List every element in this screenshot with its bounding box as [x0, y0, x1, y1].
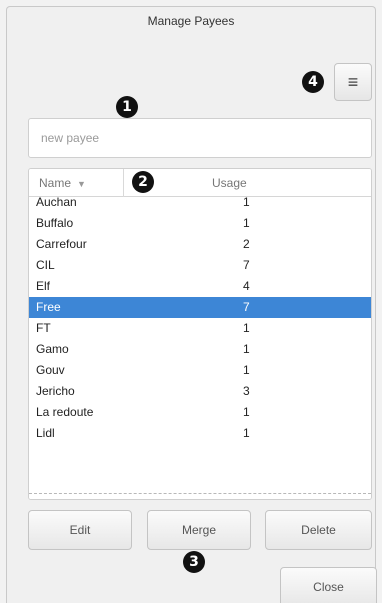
payee-name: La redoute: [36, 405, 94, 419]
callout-marker-3: 3: [183, 551, 205, 573]
payee-usage: 2: [243, 237, 250, 251]
payee-usage: 7: [243, 300, 250, 314]
close-button[interactable]: Close: [280, 567, 377, 603]
payee-row[interactable]: Free 7: [29, 297, 371, 318]
payee-name: CIL: [36, 258, 55, 272]
payee-row[interactable]: Gouv 1: [29, 360, 371, 381]
payee-usage: 3: [243, 384, 250, 398]
payee-usage: 1: [243, 405, 250, 419]
payee-row[interactable]: Gamo 1: [29, 339, 371, 360]
merge-button[interactable]: Merge: [147, 510, 251, 550]
column-name-label: Name: [39, 176, 72, 190]
hamburger-icon: ≡: [347, 71, 359, 92]
payee-name: Elf: [36, 279, 51, 293]
payee-row[interactable]: CIL 7: [29, 255, 371, 276]
payee-row[interactable]: Jericho 3: [29, 381, 371, 402]
payee-usage: 7: [243, 258, 250, 272]
menu-button[interactable]: ≡: [334, 63, 372, 101]
dialog-title: Manage Payees: [147, 14, 235, 28]
payee-usage: 1: [243, 342, 250, 356]
payee-row[interactable]: Carrefour 2: [29, 234, 371, 255]
payee-name: Gouv: [36, 363, 65, 377]
payee-name: Carrefour: [36, 237, 87, 251]
payee-name: Buffalo: [36, 216, 74, 230]
callout-marker-4: 4: [302, 71, 324, 93]
payee-name: FT: [36, 321, 51, 335]
payee-name: Free: [36, 300, 61, 314]
payee-list[interactable]: Auchan 1 Buffalo 1 Carrefour 2 CIL 7 Elf 4 Free 7 FT…: [28, 168, 372, 500]
payee-usage: 1: [243, 216, 250, 230]
payee-row[interactable]: Lidl 1: [29, 423, 371, 444]
list-scroll-edge: [29, 493, 371, 499]
payee-row[interactable]: Elf 4: [29, 276, 371, 297]
payee-usage: 4: [243, 279, 250, 293]
sort-down-icon: ▼: [77, 179, 86, 189]
callout-marker-2: 2: [132, 171, 154, 193]
payee-rows: Auchan 1 Buffalo 1 Carrefour 2 CIL 7 Elf 4 Free 7 FT…: [29, 192, 371, 492]
column-header-name[interactable]: Name ▼: [29, 169, 124, 197]
edit-button[interactable]: Edit: [28, 510, 132, 550]
payee-usage: 1: [243, 426, 250, 440]
payee-row[interactable]: FT 1: [29, 318, 371, 339]
payee-name: Lidl: [36, 426, 55, 440]
payee-row[interactable]: La redoute 1: [29, 402, 371, 423]
column-header-usage[interactable]: Usage: [212, 169, 247, 197]
callout-marker-1: 1: [116, 96, 138, 118]
payee-usage: 1: [243, 363, 250, 377]
list-header: Name ▼ Usage: [29, 169, 371, 197]
payee-usage: 1: [243, 321, 250, 335]
payee-name: Jericho: [36, 384, 75, 398]
manage-payees-dialog: Manage Payees 4 ≡ 1 Auchan1Buffalo1Carre…: [6, 6, 377, 603]
new-payee-input[interactable]: [28, 118, 372, 158]
delete-button[interactable]: Delete: [265, 510, 372, 550]
payee-row[interactable]: Buffalo 1: [29, 213, 371, 234]
payee-name: Gamo: [36, 342, 69, 356]
